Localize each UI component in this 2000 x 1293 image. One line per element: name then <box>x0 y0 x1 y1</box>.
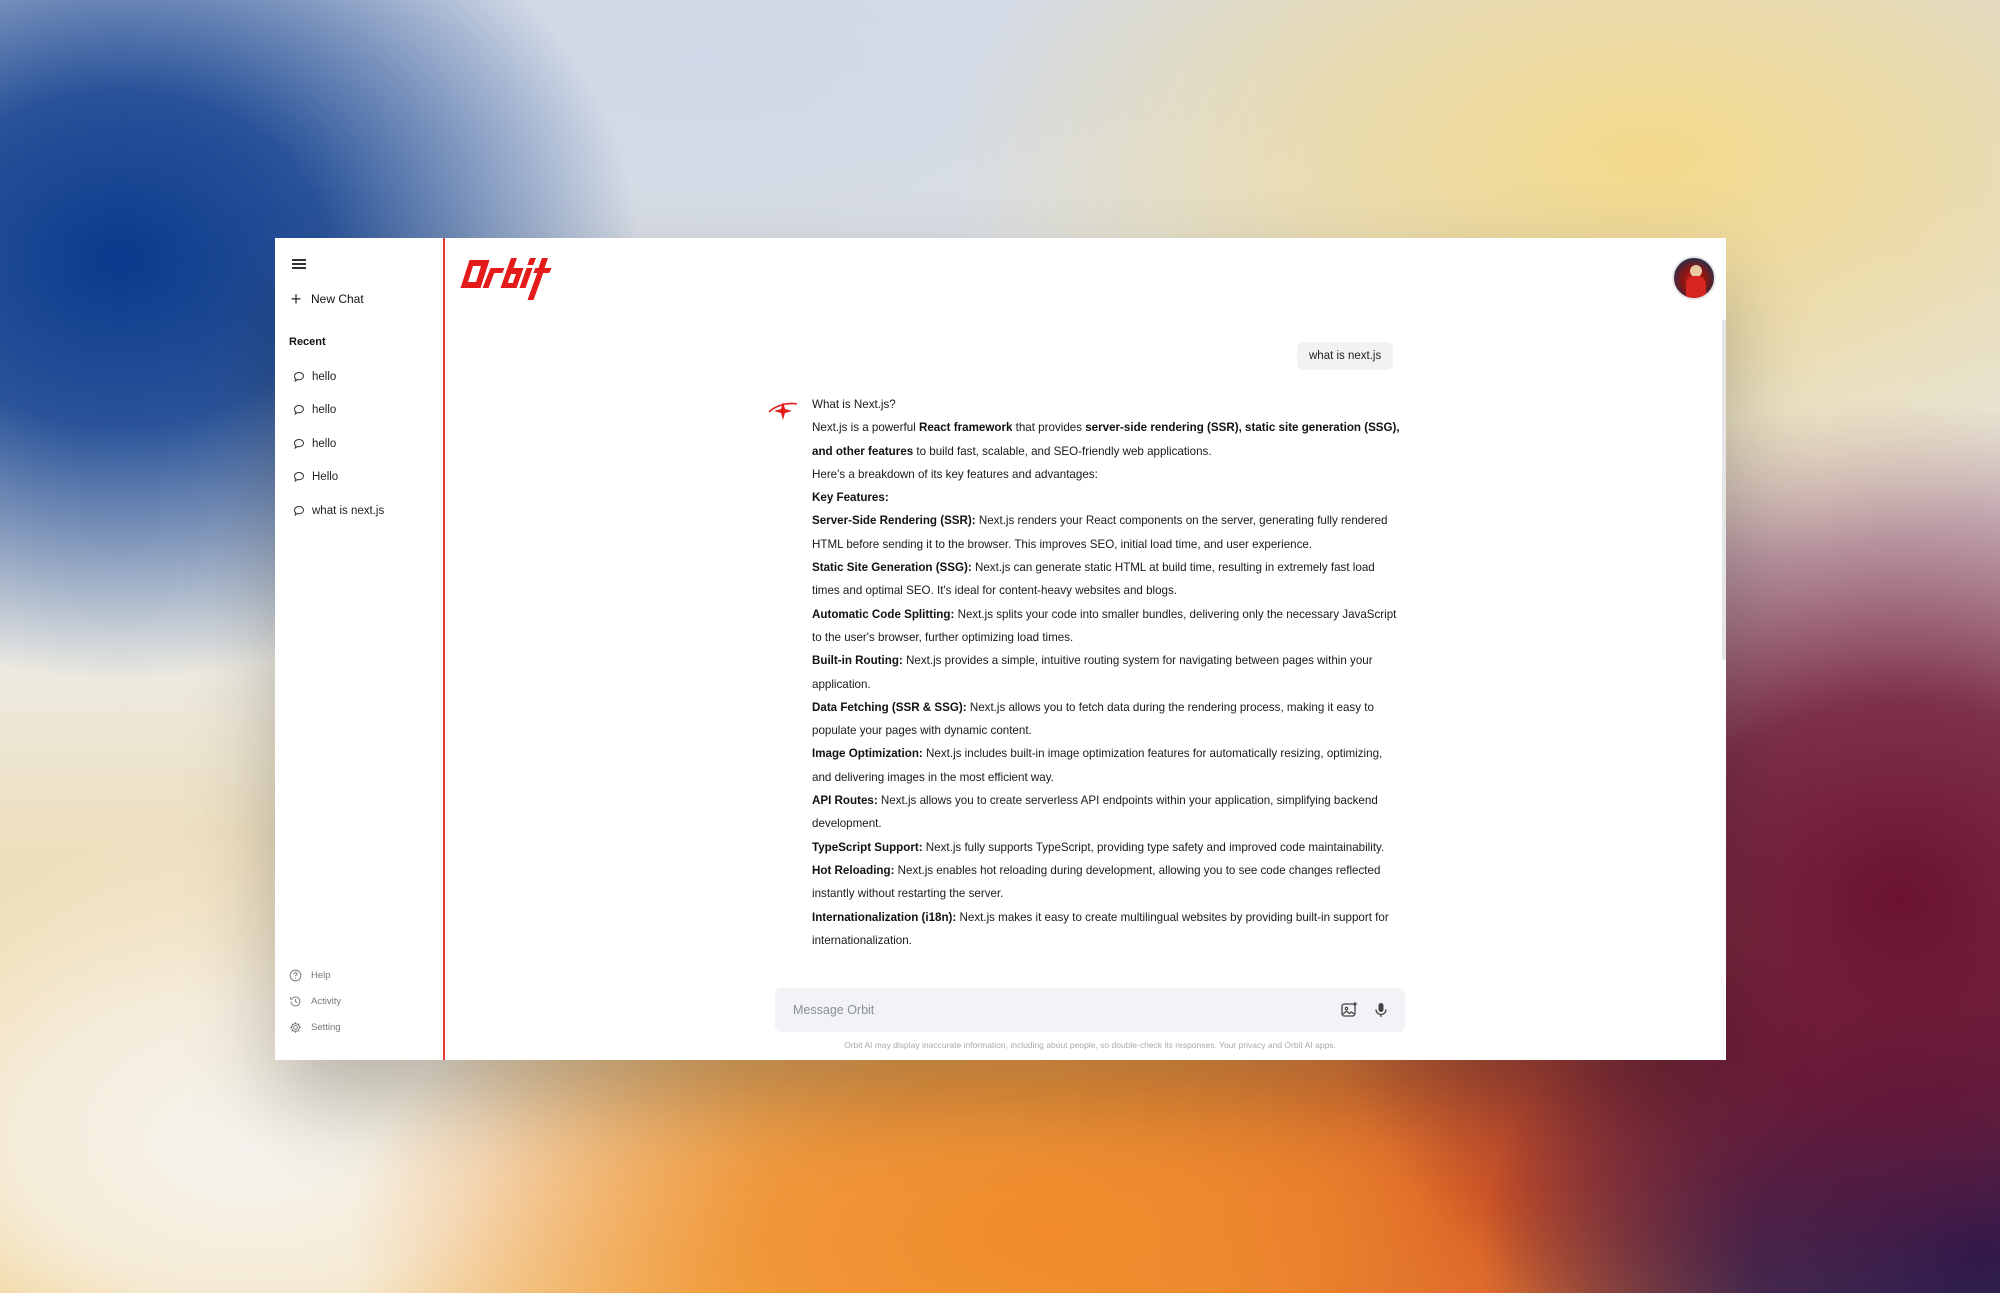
image-upload-icon[interactable] <box>1339 1000 1359 1020</box>
recent-chat-label: hello <box>312 437 337 450</box>
message-input[interactable] <box>793 1003 1327 1017</box>
avatar-body-shape <box>1686 276 1706 298</box>
orbit-sparkle-icon <box>768 402 798 420</box>
message-composer <box>775 988 1405 1032</box>
recent-chat-item[interactable]: hello <box>289 394 443 428</box>
chat-bubble-icon <box>293 505 305 516</box>
feature-name: Static Site Generation (SSG): <box>812 561 972 575</box>
plus-icon: + <box>290 289 302 309</box>
intro-text-2: that provides <box>1012 421 1086 435</box>
app-window: + New Chat Recent hello hello hello Hell… <box>275 238 1726 1060</box>
recent-chat-label: Hello <box>312 471 339 484</box>
user-message-bubble: what is next.js <box>1297 342 1394 370</box>
recent-chat-item[interactable]: what is next.js <box>289 494 443 528</box>
feature-name: Image Optimization: <box>812 747 923 761</box>
chat-main: what is next.js What is Next.js? Next.js… <box>445 238 1726 1060</box>
scrollbar[interactable] <box>1722 320 1726 660</box>
recent-heading: Recent <box>289 336 326 348</box>
chat-bubble-icon <box>293 472 305 483</box>
sidebar: + New Chat Recent hello hello hello Hell… <box>275 238 445 1060</box>
feature-name: TypeScript Support: <box>812 840 923 854</box>
microphone-icon[interactable] <box>1371 1000 1391 1020</box>
feature-item: API Routes: Next.js allows you to create… <box>812 789 1404 836</box>
chat-bubble-icon <box>293 405 305 416</box>
sidebar-footer: Help Activity Setting <box>289 969 341 1034</box>
activity-link[interactable]: Activity <box>289 995 341 1008</box>
intro-bold-1: React framework <box>918 421 1013 435</box>
response-breakdown: Here's a breakdown of its key features a… <box>812 467 1098 481</box>
feature-name: Server-Side Rendering (SSR): <box>812 514 976 528</box>
help-link[interactable]: Help <box>289 969 341 982</box>
recent-chat-list: hello hello hello Hello what is next.js <box>289 360 443 528</box>
user-avatar[interactable] <box>1672 256 1716 300</box>
response-intro: Next.js is a powerful React framework th… <box>812 416 1404 463</box>
feature-name: Built-in Routing: <box>812 654 903 668</box>
features-heading-text: Key Features: <box>812 491 889 505</box>
feature-name: Automatic Code Splitting: <box>812 607 955 621</box>
feature-name: API Routes: <box>812 794 878 808</box>
recent-chat-label: hello <box>312 404 337 417</box>
new-chat-label: New Chat <box>311 292 364 306</box>
recent-chat-item[interactable]: Hello <box>289 461 443 495</box>
recent-chat-label: what is next.js <box>312 504 385 517</box>
recent-chat-label: hello <box>312 370 337 383</box>
recent-chat-item[interactable]: hello <box>289 360 443 394</box>
feature-name: Internationalization (i18n): <box>812 910 957 924</box>
disclaimer-text: Orbit AI may display inaccurate informat… <box>844 1040 1336 1050</box>
feature-item: Hot Reloading: Next.js enables hot reloa… <box>812 859 1404 906</box>
hamburger-menu-icon[interactable] <box>290 256 308 272</box>
assistant-response: What is Next.js? Next.js is a powerful R… <box>812 393 1404 952</box>
feature-item: Server-Side Rendering (SSR): Next.js ren… <box>812 509 1404 556</box>
feature-item: TypeScript Support: Next.js fully suppor… <box>812 836 1404 859</box>
setting-label: Setting <box>311 1022 341 1033</box>
orbit-logo <box>460 258 552 300</box>
intro-text-3: to build fast, scalable, and SEO-friendl… <box>913 444 1212 458</box>
feature-item: Automatic Code Splitting: Next.js splits… <box>812 603 1404 650</box>
feature-desc: Next.js enables hot reloading during dev… <box>812 863 1381 901</box>
recent-chat-item[interactable]: hello <box>289 427 443 461</box>
help-icon <box>289 969 302 982</box>
features-heading: Key Features: <box>812 486 1404 509</box>
feature-item: Image Optimization: Next.js includes bui… <box>812 742 1404 789</box>
feature-name: Hot Reloading: <box>812 863 895 877</box>
feature-name: Data Fetching (SSR & SSG): <box>812 700 967 714</box>
activity-label: Activity <box>311 996 342 1007</box>
chat-bubble-icon <box>293 438 305 449</box>
feature-item: Internationalization (i18n): Next.js mak… <box>812 906 1404 953</box>
feature-desc: Next.js fully supports TypeScript, provi… <box>922 840 1385 854</box>
chat-bubble-icon <box>293 371 305 382</box>
gear-icon <box>290 1022 301 1033</box>
feature-desc: Next.js allows you to create serverless … <box>812 794 1378 831</box>
help-label: Help <box>311 970 331 981</box>
intro-text-1: Next.js is a powerful <box>812 421 919 435</box>
setting-link[interactable]: Setting <box>289 1021 341 1034</box>
response-title: What is Next.js? <box>812 398 896 411</box>
feature-item: Static Site Generation (SSG): Next.js ca… <box>812 556 1404 603</box>
activity-icon <box>290 996 301 1007</box>
feature-item: Data Fetching (SSR & SSG): Next.js allow… <box>812 696 1404 743</box>
feature-item: Built-in Routing: Next.js provides a sim… <box>812 649 1404 696</box>
new-chat-button[interactable]: + New Chat <box>289 290 443 308</box>
